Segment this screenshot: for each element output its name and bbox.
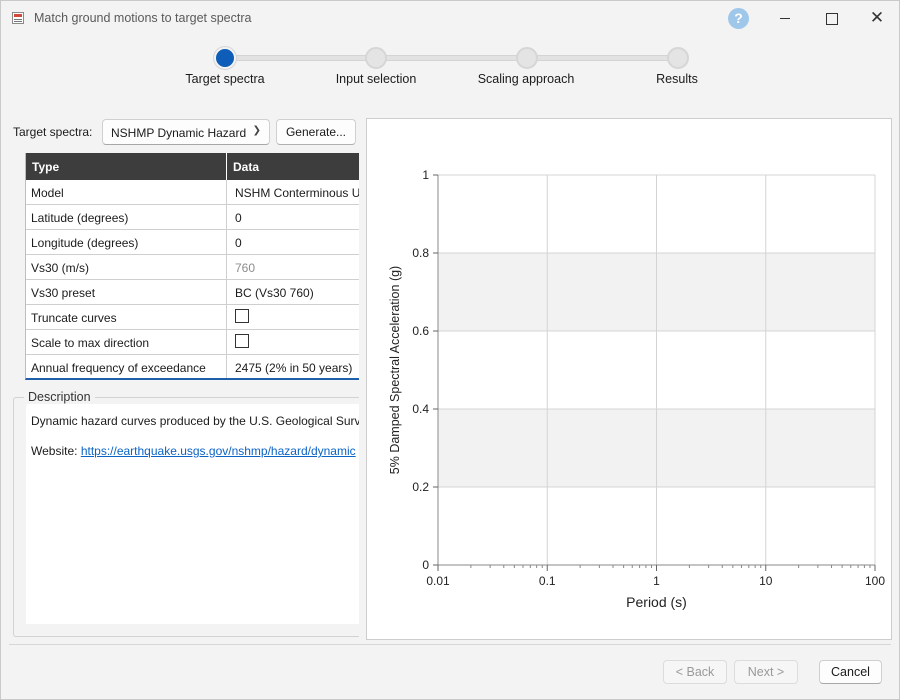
table-header: Type Data xyxy=(26,153,359,180)
x-tick-label: 0.01 xyxy=(426,574,450,588)
step-dot-results[interactable] xyxy=(667,47,689,69)
step-dot-input-selection[interactable] xyxy=(365,47,387,69)
row-type-cell: Vs30 (m/s) xyxy=(26,255,227,279)
website-link[interactable]: https://earthquake.usgs.gov/nshmp/hazard… xyxy=(81,444,356,458)
row-type-cell: Truncate curves xyxy=(26,305,227,329)
spectra-chart-panel: 0.01 0.1 1 10 100 0 0.2 0.4 0.6 0.8 1 Period (s) 5% … xyxy=(366,118,892,640)
target-spectra-dropdown[interactable]: NSHMP Dynamic Hazard ❯ xyxy=(102,119,270,145)
row-type-cell: Latitude (degrees) xyxy=(26,205,227,229)
scale-max-direction-cell xyxy=(227,330,359,354)
row-type-cell: Longitude (degrees) xyxy=(26,230,227,254)
app-icon xyxy=(12,12,24,24)
step-dot-target-spectra[interactable] xyxy=(214,47,236,69)
table-row[interactable]: Vs30 (m/s) 760 xyxy=(26,255,359,280)
step-dot-scaling-approach[interactable] xyxy=(516,47,538,69)
step-label-target-spectra: Target spectra xyxy=(185,72,265,86)
step-label-input-selection: Input selection xyxy=(335,72,417,86)
step-label-scaling-approach: Scaling approach xyxy=(477,72,575,86)
stepper-track xyxy=(225,55,677,61)
annual-frequency-cell[interactable]: 2475 (2% in 50 years) xyxy=(227,355,359,378)
title-bar: Match ground motions to target spectra ?… xyxy=(1,1,899,35)
help-icon[interactable]: ? xyxy=(728,8,749,29)
x-tick-label: 10 xyxy=(759,574,773,588)
table-row[interactable]: Scale to max direction xyxy=(26,330,359,355)
parameters-table: Type Data Model NSHM Conterminous U.S. L… xyxy=(25,153,359,380)
scale-max-direction-checkbox[interactable] xyxy=(235,334,249,348)
truncate-curves-cell xyxy=(227,305,359,329)
wizard-stepper: Target spectra Input selection Scaling a… xyxy=(1,41,899,91)
x-axis-label: Period (s) xyxy=(626,594,687,610)
table-row[interactable]: Annual frequency of exceedance 2475 (2% … xyxy=(26,355,359,378)
maximize-button[interactable] xyxy=(819,7,843,29)
column-header-type[interactable]: Type xyxy=(26,153,227,180)
y-tick-label: 1 xyxy=(422,168,429,182)
back-button[interactable]: < Back xyxy=(663,660,727,684)
x-tick-label: 0.1 xyxy=(539,574,556,588)
window-title: Match ground motions to target spectra xyxy=(34,11,252,25)
model-cell[interactable]: NSHM Conterminous U.S. xyxy=(227,180,359,204)
vs30-preset-cell[interactable]: BC (Vs30 760) xyxy=(227,280,359,304)
longitude-cell[interactable]: 0 xyxy=(227,230,359,254)
description-text: Dynamic hazard curves produced by the U.… xyxy=(31,414,359,428)
description-body: Dynamic hazard curves produced by the U.… xyxy=(26,404,359,624)
description-group: Description Dynamic hazard curves produc… xyxy=(13,390,359,637)
row-type-cell: Annual frequency of exceedance xyxy=(26,355,227,378)
y-tick-label: 0.2 xyxy=(412,480,429,494)
table-row[interactable]: Model NSHM Conterminous U.S. xyxy=(26,180,359,205)
next-button[interactable]: Next > xyxy=(734,660,798,684)
y-axis-label: 5% Damped Spectral Acceleration (g) xyxy=(388,266,402,474)
latitude-cell[interactable]: 0 xyxy=(227,205,359,229)
description-legend: Description xyxy=(24,390,95,404)
minimize-button[interactable] xyxy=(773,7,797,29)
step-label-results: Results xyxy=(656,72,698,86)
row-type-cell: Scale to max direction xyxy=(26,330,227,354)
x-tick-label: 1 xyxy=(653,574,660,588)
footer-divider xyxy=(9,644,891,645)
column-header-data[interactable]: Data xyxy=(227,153,359,180)
y-tick-label: 0.8 xyxy=(412,246,429,260)
target-spectra-value: NSHMP Dynamic Hazard xyxy=(111,126,247,140)
table-row[interactable]: Latitude (degrees) 0 xyxy=(26,205,359,230)
vs30-cell: 760 xyxy=(235,261,256,275)
table-row[interactable]: Longitude (degrees) 0 xyxy=(26,230,359,255)
y-tick-label: 0 xyxy=(422,558,429,572)
y-tick-label: 0.6 xyxy=(412,324,429,338)
spectra-chart: 0.01 0.1 1 10 100 0 0.2 0.4 0.6 0.8 1 Period (s) 5% … xyxy=(388,168,885,610)
main-window: Match ground motions to target spectra ?… xyxy=(0,0,900,700)
x-tick-label: 100 xyxy=(865,574,885,588)
row-type-cell: Vs30 preset xyxy=(26,280,227,304)
close-icon[interactable]: ✕ xyxy=(865,7,889,29)
target-spectra-label: Target spectra: xyxy=(13,125,93,139)
chevron-down-icon: ❯ xyxy=(252,125,261,136)
generate-button[interactable]: Generate... xyxy=(276,119,356,145)
table-row[interactable]: Vs30 preset BC (Vs30 760) xyxy=(26,280,359,305)
table-row[interactable]: Truncate curves xyxy=(26,305,359,330)
website-label: Website: xyxy=(31,444,78,458)
row-type-cell: Model xyxy=(26,180,227,204)
y-tick-label: 0.4 xyxy=(412,402,429,416)
cancel-button[interactable]: Cancel xyxy=(819,660,882,684)
truncate-curves-checkbox[interactable] xyxy=(235,309,249,323)
